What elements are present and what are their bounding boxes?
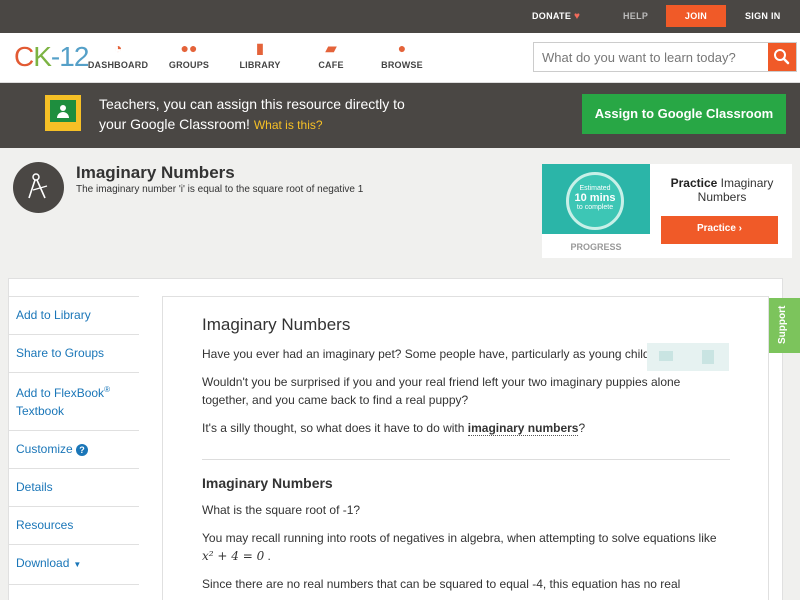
- logo-c: C: [14, 41, 34, 72]
- practice-heading: Practice Imaginary Numbers: [660, 176, 784, 204]
- practice-button[interactable]: Practice ›: [661, 216, 778, 244]
- chevron-right-icon: ›: [738, 223, 743, 234]
- estimated-minutes: 10 mins: [574, 192, 616, 204]
- nav-groups[interactable]: ●● GROUPS: [149, 39, 229, 70]
- quick-tips-heading: Quick Tips: [8, 584, 139, 600]
- banner-line-1: Teachers, you can assign this resource d…: [99, 96, 405, 112]
- nav-browse[interactable]: ● BROWSE: [362, 39, 442, 70]
- download-label: Download: [16, 556, 70, 570]
- donate-label: DONATE: [532, 11, 572, 21]
- article: Imaginary Numbers Have you ever had an i…: [162, 296, 769, 600]
- sidebar-download[interactable]: Download ▼: [8, 544, 139, 584]
- note-icon[interactable]: [702, 350, 714, 364]
- banner-message: Teachers, you can assign this resource d…: [99, 94, 479, 135]
- support-label: Support: [777, 305, 788, 344]
- compass-icon: [28, 173, 48, 199]
- nav-browse-label: BROWSE: [381, 60, 423, 70]
- article-paragraph: It's a silly thought, so what does it ha…: [202, 419, 730, 437]
- practice-heading-bold: Practice: [670, 176, 718, 190]
- chat-icon: ▰: [325, 40, 337, 56]
- sidebar-resources[interactable]: Resources: [8, 506, 139, 544]
- article-paragraph: What is the square root of -1?: [202, 503, 361, 517]
- heart-icon: ♥: [573, 11, 581, 22]
- dashboard-icon: ◔: [113, 40, 123, 56]
- join-button[interactable]: JOIN: [666, 5, 726, 27]
- math-equation: x² + 4 = 0: [202, 549, 265, 563]
- customize-label: Customize: [16, 442, 73, 456]
- sidebar-details[interactable]: Details: [8, 468, 139, 506]
- search-button[interactable]: [768, 43, 796, 71]
- paragraph-text: You may recall running into roots of neg…: [202, 531, 717, 545]
- page-subtitle: The imaginary number 'i' is equal to the…: [76, 184, 364, 195]
- article-paragraph: You may recall running into roots of neg…: [202, 529, 730, 565]
- nav-cafe[interactable]: ▰ CAFE: [291, 39, 371, 70]
- article-title: Imaginary Numbers: [202, 315, 351, 334]
- highlight-icon[interactable]: [659, 351, 673, 361]
- page-title: Imaginary Numbers: [76, 163, 235, 182]
- practice-card: Estimated 10 mins to complete PROGRESS P…: [542, 164, 792, 258]
- what-is-this-link[interactable]: What is this?: [254, 118, 323, 132]
- paragraph-text: ?: [578, 421, 586, 435]
- lightbulb-icon: ●: [397, 40, 407, 56]
- progress-label: PROGRESS: [570, 242, 622, 252]
- nav-cafe-label: CAFE: [318, 60, 344, 70]
- groups-icon: ●●: [180, 40, 198, 56]
- paragraph-text: It's a silly thought, so what does it ha…: [202, 421, 468, 435]
- registered-mark: ®: [104, 385, 110, 394]
- support-tab[interactable]: Support: [769, 298, 800, 353]
- top-bar: DONATE ♥ HELP JOIN SIGN IN: [0, 0, 800, 33]
- sign-in-link[interactable]: SIGN IN: [745, 0, 781, 33]
- sidebar-customize[interactable]: Customize ?: [8, 430, 139, 468]
- nav-dashboard[interactable]: ◔ DASHBOARD: [78, 39, 158, 70]
- sidebar-share-to-groups[interactable]: Share to Groups: [8, 334, 139, 372]
- google-classroom-icon: [45, 95, 81, 131]
- to-complete-label: to complete: [576, 204, 614, 211]
- logo-dash: -: [50, 41, 60, 72]
- caret-down-icon: ▼: [73, 560, 82, 569]
- flexbook-label: Add to FlexBook: [16, 386, 105, 400]
- practice-estimate-graphic: Estimated 10 mins to complete: [542, 164, 650, 234]
- sidebar: Add to Library Share to Groups Add to Fl…: [8, 296, 139, 600]
- sidebar-add-to-flexbook[interactable]: Add to FlexBook® Textbook: [8, 372, 139, 430]
- logo-k: K: [33, 41, 52, 72]
- help-icon[interactable]: ?: [76, 444, 89, 456]
- search-box: [533, 42, 797, 72]
- sidebar-add-to-library[interactable]: Add to Library: [8, 296, 139, 334]
- library-icon: ▮: [256, 40, 264, 56]
- search-input[interactable]: [534, 43, 768, 71]
- article-paragraph: Wouldn't you be surprised if you and you…: [202, 375, 681, 407]
- section-divider: [202, 459, 730, 460]
- main-header: CK-12 ◔ DASHBOARD ●● GROUPS ▮ LIBRARY ▰ …: [0, 33, 800, 83]
- section-heading: Imaginary Numbers: [202, 475, 333, 491]
- glossary-term-link[interactable]: imaginary numbers: [467, 421, 579, 436]
- nav-groups-label: GROUPS: [168, 60, 210, 70]
- practice-button-label: Practice: [696, 223, 736, 234]
- search-icon: [774, 49, 790, 65]
- estimated-label: Estimated: [579, 185, 611, 192]
- article-paragraph: Since there are no real numbers that can…: [202, 577, 681, 591]
- estimate-ring: Estimated 10 mins to complete: [566, 172, 624, 230]
- help-link[interactable]: HELP: [623, 0, 648, 33]
- paragraph-text: .: [264, 549, 271, 563]
- assign-google-classroom-button[interactable]: Assign to Google Classroom: [582, 94, 786, 134]
- nav-dashboard-label: DASHBOARD: [87, 60, 149, 70]
- concept-icon: [13, 162, 64, 213]
- nav-library-label: LIBRARY: [239, 60, 281, 70]
- nav-library[interactable]: ▮ LIBRARY: [220, 39, 300, 70]
- annotation-toolbar: [647, 343, 729, 371]
- donate-link[interactable]: DONATE ♥: [532, 0, 580, 33]
- flexbook-textbook-label: Textbook: [16, 404, 65, 418]
- banner-line-2: your Google Classroom!: [99, 116, 250, 132]
